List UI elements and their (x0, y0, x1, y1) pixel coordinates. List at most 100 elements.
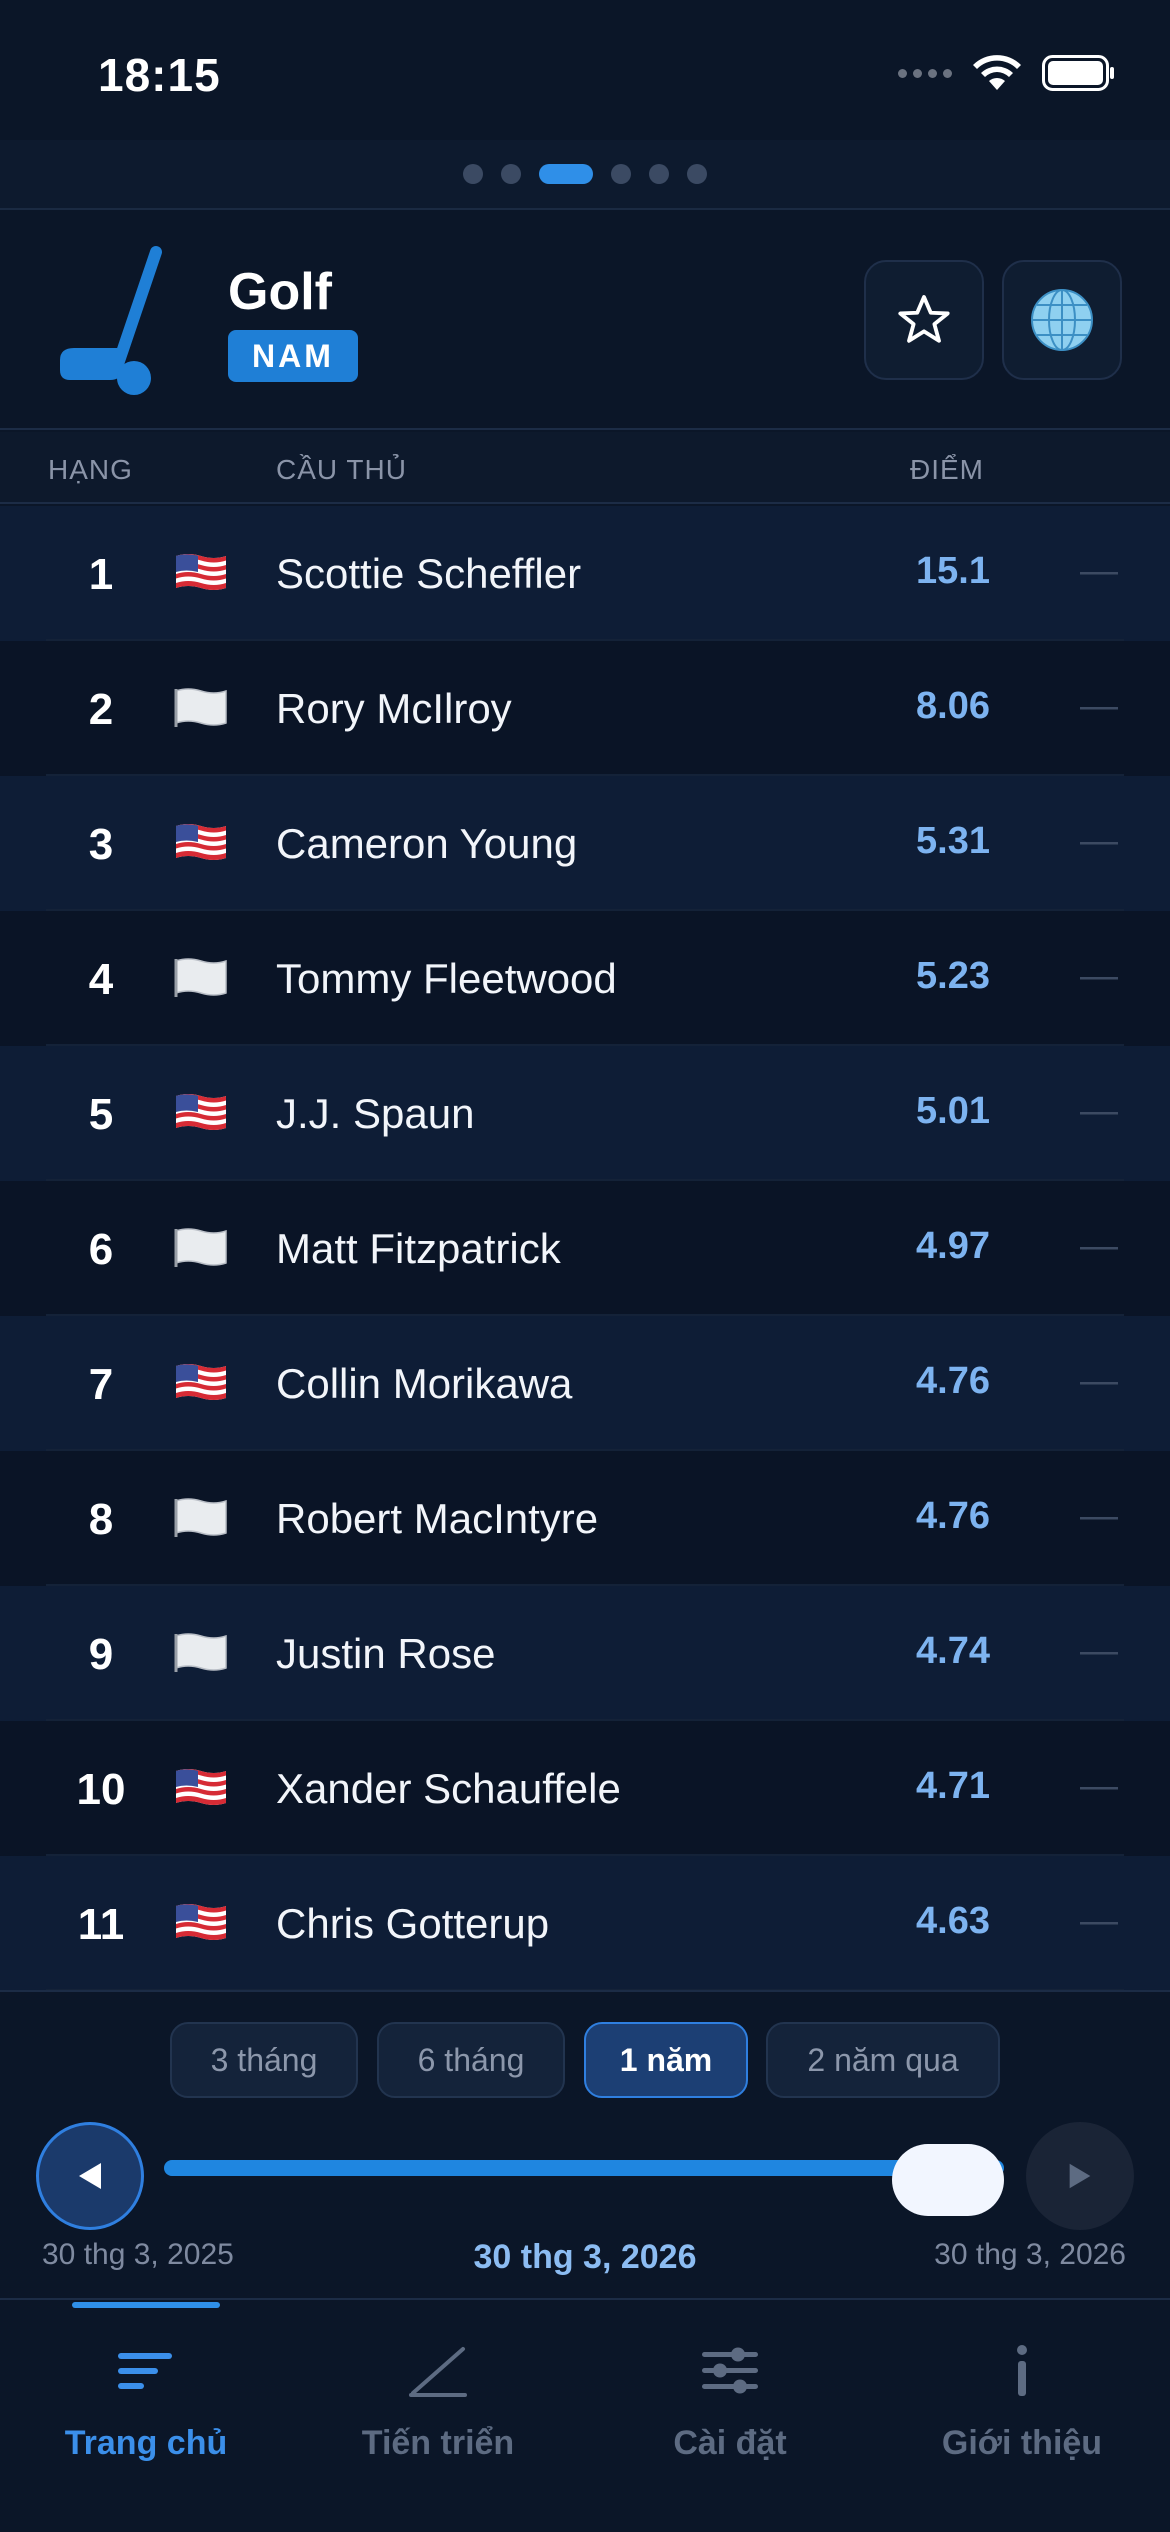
cellular-signal-icon (898, 68, 952, 78)
white-flag-icon (172, 1225, 230, 1269)
player-score: 4.74 (916, 1630, 990, 1672)
tab-settings[interactable]: Cài đặt (584, 2302, 876, 2532)
player-name: Matt Fitzpatrick (276, 1225, 561, 1272)
gender-badge: NAM (228, 330, 358, 382)
table-row[interactable]: 5 J.J. Spaun 5.01— (0, 1046, 1170, 1181)
player-name: J.J. Spaun (276, 1090, 475, 1137)
page-dot[interactable] (649, 164, 669, 184)
battery-icon (1042, 55, 1114, 91)
page-dot[interactable] (501, 164, 521, 184)
table-row[interactable]: 11 Chris Gotterup 4.63— (0, 1856, 1170, 1991)
page-dot-active[interactable] (539, 164, 593, 184)
table-row[interactable]: 2 Rory McIlroy 8.06— (0, 641, 1170, 776)
rank-change: — (1080, 1360, 1118, 1402)
table-row[interactable]: 9 Justin Rose 4.74— (0, 1586, 1170, 1721)
page-indicator[interactable] (0, 140, 1170, 210)
us-flag-icon (172, 550, 230, 594)
rank-change: — (1080, 820, 1118, 862)
tab-about[interactable]: Giới thiệu (876, 2302, 1168, 2532)
us-flag-icon (172, 1360, 230, 1404)
sport-header: Golf NAM (0, 212, 1170, 430)
active-tab-indicator (72, 2302, 220, 2308)
slider-fill (164, 2160, 1004, 2176)
timeline-controls: 3 tháng 6 tháng 1 năm 2 năm qua 30 thg 3… (0, 1990, 1170, 2300)
table-row[interactable]: 4 Tommy Fleetwood 5.23— (0, 911, 1170, 1046)
page-dot[interactable] (463, 164, 483, 184)
page-dot[interactable] (611, 164, 631, 184)
rank-change: — (1080, 1495, 1118, 1537)
tab-progress[interactable]: Tiến triển (292, 2302, 584, 2532)
rank-change: — (1080, 955, 1118, 997)
favorite-button[interactable] (864, 260, 984, 380)
white-flag-icon (172, 955, 230, 999)
tab-about-label: Giới thiệu (941, 2424, 1103, 2462)
player-name: Scottie Scheffler (276, 550, 582, 597)
rank-change: — (1080, 550, 1118, 592)
table-row[interactable]: 7 Collin Morikawa 4.76— (0, 1316, 1170, 1451)
tab-progress-label: Tiến triển (361, 2424, 515, 2462)
globe-icon (1031, 289, 1093, 351)
range-2-years-button[interactable]: 2 năm qua (766, 2022, 1000, 2098)
triangle-left-icon (79, 2163, 101, 2189)
player-name: Collin Morikawa (276, 1360, 573, 1407)
star-icon (898, 295, 950, 343)
triangle-right-icon (1069, 2163, 1091, 2189)
range-6-months-button[interactable]: 6 tháng (377, 2022, 565, 2098)
rank-change: — (1080, 1765, 1118, 1807)
player-score: 5.01 (916, 1090, 990, 1132)
tab-home[interactable]: Trang chủ (0, 2302, 292, 2532)
white-flag-icon (172, 685, 230, 729)
us-flag-icon (172, 820, 230, 864)
white-flag-icon (172, 1630, 230, 1674)
next-date-button[interactable] (1026, 2122, 1134, 2230)
list-icon (118, 2353, 172, 2389)
us-flag-icon (172, 1900, 230, 1944)
region-button[interactable] (1002, 260, 1122, 380)
tab-settings-label: Cài đặt (673, 2424, 787, 2462)
sliders-icon (702, 2347, 758, 2394)
rank-change: — (1080, 685, 1118, 727)
slider-thumb[interactable] (892, 2144, 1004, 2216)
range-1-year-button[interactable]: 1 năm (584, 2022, 748, 2098)
player-score: 4.76 (916, 1495, 990, 1537)
player-score: 5.23 (916, 955, 990, 997)
player-score: 15.1 (916, 550, 990, 592)
player-score: 5.31 (916, 820, 990, 862)
ranking-list: 1 Scottie Scheffler 15.1—2 Rory McIlroy 8.06… (0, 506, 1170, 1991)
table-header: HẠNG CẦU THỦ ĐIỂM (0, 432, 1170, 504)
player-column-header: CẦU THỦ (276, 454, 407, 485)
player-name: Xander Schauffele (276, 1765, 621, 1812)
white-flag-icon (172, 1495, 230, 1539)
tab-home-label: Trang chủ (64, 2424, 228, 2462)
us-flag-icon (172, 1090, 230, 1134)
rank-change: — (1080, 1090, 1118, 1132)
table-row[interactable]: 6 Matt Fitzpatrick 4.97— (0, 1181, 1170, 1316)
timeline-end-date: 30 thg 3, 2026 (934, 2238, 1126, 2271)
table-row[interactable]: 1 Scottie Scheffler 15.1— (0, 506, 1170, 641)
golf-club-icon (60, 246, 162, 395)
trend-icon (409, 2347, 467, 2397)
status-bar: 18:15 (0, 0, 1170, 140)
timeline-slider[interactable] (164, 2160, 1004, 2176)
table-row[interactable]: 8 Robert MacIntyre 4.76— (0, 1451, 1170, 1586)
table-row[interactable]: 3 Cameron Young 5.31— (0, 776, 1170, 911)
status-time: 18:15 (98, 49, 221, 101)
status-icons (898, 54, 1116, 92)
rank-column-header: HẠNG (48, 454, 133, 485)
previous-date-button[interactable] (36, 2122, 144, 2230)
player-score: 4.97 (916, 1225, 990, 1267)
table-row[interactable]: 10 Xander Schauffele 4.71— (0, 1721, 1170, 1856)
wifi-icon (973, 55, 1021, 90)
range-3-months-button[interactable]: 3 tháng (170, 2022, 358, 2098)
sport-title: Golf (228, 263, 332, 321)
player-name: Cameron Young (276, 820, 578, 867)
player-score: 4.76 (916, 1360, 990, 1402)
rank-change: — (1080, 1900, 1118, 1942)
player-score: 8.06 (916, 685, 990, 727)
page-dot[interactable] (687, 164, 707, 184)
tab-bar: Trang chủ Tiến triển Cài đặt Giới thiệu (0, 2302, 1170, 2532)
player-name: Chris Gotterup (276, 1900, 550, 1947)
player-name: Rory McIlroy (276, 685, 512, 732)
rank-change: — (1080, 1225, 1118, 1267)
player-name: Robert MacIntyre (276, 1495, 599, 1542)
